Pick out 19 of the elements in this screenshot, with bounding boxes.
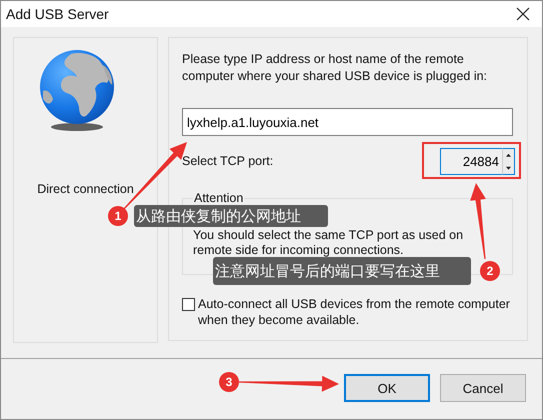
port-label: Select TCP port:	[182, 154, 274, 168]
ok-button[interactable]: OK	[344, 374, 430, 402]
auto-connect-checkbox[interactable]	[182, 298, 195, 311]
connection-label: Direct connection	[37, 182, 134, 196]
auto-connect-label: Auto-connect all USB devices from the remote computer when they become available.	[198, 296, 511, 328]
host-field[interactable]: lyxhelp.a1.luyouxia.net	[182, 108, 513, 136]
number-badge: 1	[108, 206, 128, 226]
number-badge: 3	[219, 372, 239, 392]
close-icon[interactable]	[516, 7, 530, 21]
port-field[interactable]: 24884	[440, 148, 502, 175]
number-badge: 2	[480, 261, 500, 281]
group-title: Attention	[193, 191, 244, 205]
annotation-callout: 注意网址冒号后的端口要写在这里	[213, 257, 471, 285]
prompt-text: Please type IP address or host name of the remote computer where your shared USB device is plugged in:	[182, 51, 488, 85]
annotation-callout: 从路由侠复制的公网地址	[134, 205, 328, 227]
attention-text: You should select the same TCP port as used on remote side for incoming connections.	[193, 228, 464, 258]
spin-buttons[interactable]	[502, 148, 515, 175]
window-title: Add USB Server	[6, 6, 109, 22]
cancel-button[interactable]: Cancel	[440, 374, 526, 402]
